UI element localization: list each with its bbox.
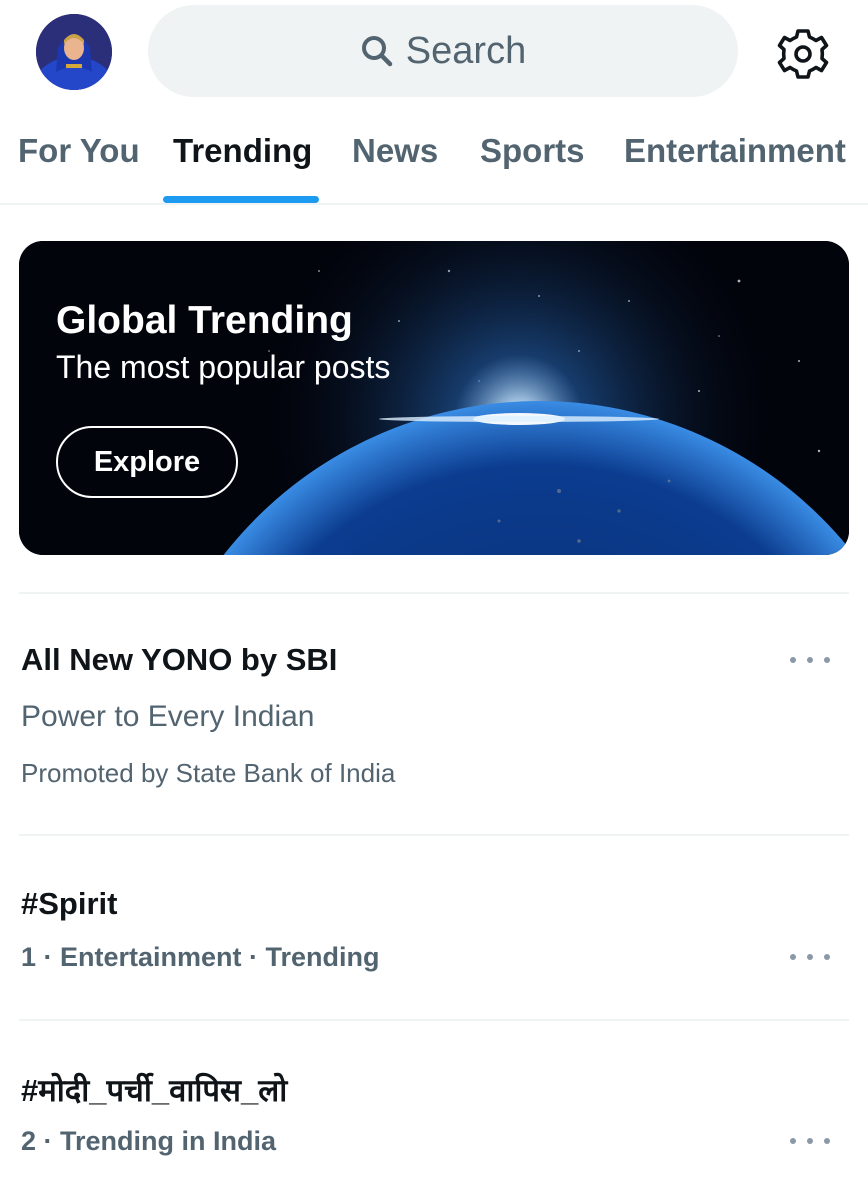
gear-icon [777, 29, 829, 79]
trend-item[interactable]: #Spirit 1 · Entertainment · Trending [0, 836, 868, 1020]
more-options-icon[interactable] [790, 1133, 830, 1149]
tab-for-you[interactable]: For You [18, 132, 140, 170]
more-options-icon[interactable] [790, 949, 830, 965]
avatar[interactable] [36, 14, 112, 90]
trend-item[interactable]: #मोदी_पर्ची_वापिस_लो 2 · Trending in Ind… [0, 1021, 868, 1200]
user-avatar-image [36, 14, 112, 90]
tab-bar: For You Trending News Sports Entertainme… [0, 120, 868, 204]
explore-button[interactable]: Explore [56, 426, 238, 498]
search-icon [361, 36, 393, 67]
trend-subtitle: Power to Every Indian [21, 700, 315, 733]
promoted-label: Promoted by State Bank of India [21, 758, 396, 788]
banner-subtitle: The most popular posts [56, 349, 391, 385]
tab-news[interactable]: News [352, 132, 438, 170]
more-options-icon[interactable] [790, 652, 830, 668]
trend-title: #मोदी_पर्ची_वापिस_लो [21, 1073, 288, 1108]
search-placeholder: Search [405, 29, 527, 72]
active-tab-indicator [163, 196, 319, 203]
trend-meta: 1 · Entertainment · Trending [21, 942, 380, 972]
earth-space-image [19, 241, 849, 555]
trend-item-promoted[interactable]: All New YONO by SBI Power to Every India… [0, 594, 868, 834]
tab-sports[interactable]: Sports [480, 132, 585, 170]
trend-title: #Spirit [21, 886, 118, 921]
tab-entertainment[interactable]: Entertainment [624, 132, 846, 170]
search-input[interactable]: Search [148, 5, 738, 97]
tab-trending[interactable]: Trending [173, 132, 312, 170]
global-trending-banner[interactable]: Global Trending The most popular posts E… [19, 241, 849, 555]
settings-button[interactable] [776, 27, 830, 81]
trend-title: All New YONO by SBI [21, 642, 338, 677]
banner-title: Global Trending [56, 299, 353, 342]
tabs-divider [0, 203, 868, 205]
trend-meta: 2 · Trending in India [21, 1126, 277, 1156]
